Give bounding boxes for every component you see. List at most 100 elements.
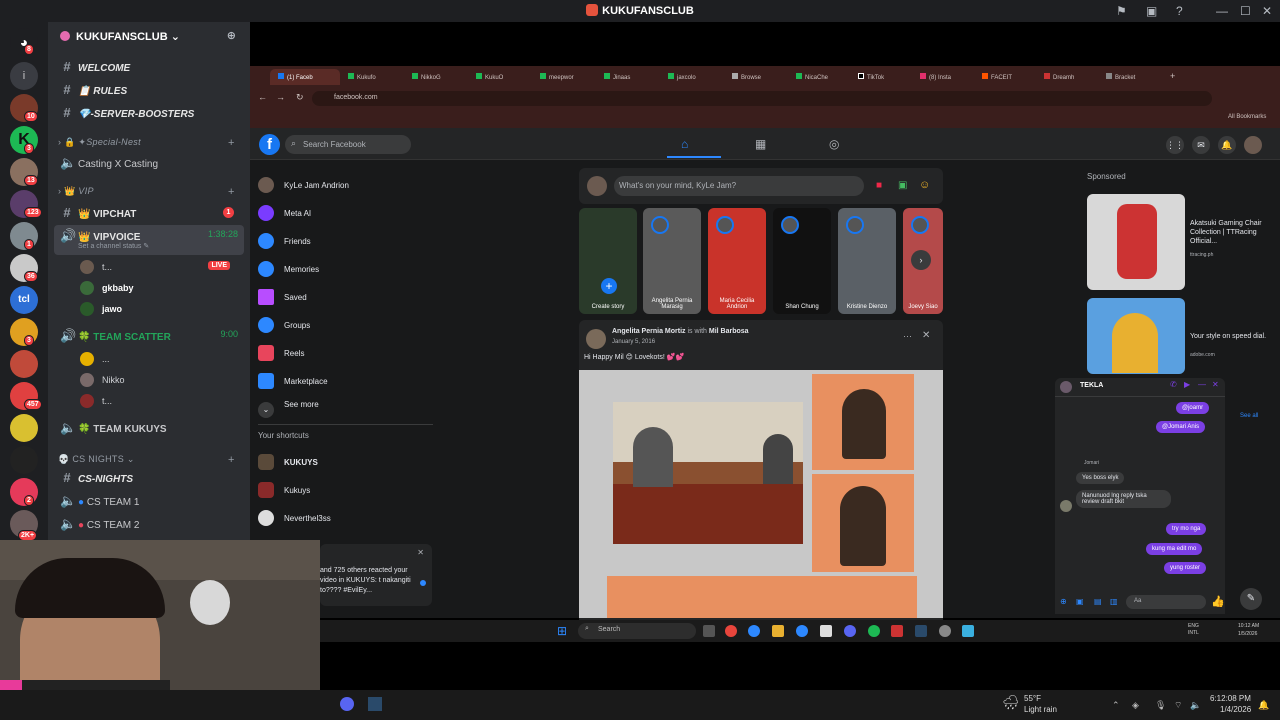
story-card[interactable]: Maria Cecilia Andrion: [708, 208, 766, 314]
browser-tab[interactable]: Bracket: [1098, 69, 1164, 85]
mic-icon[interactable]: 🎙: [1155, 700, 1166, 711]
channel-vipvoice[interactable]: 🔊 👑 VIPVOICE 1:38:28 Set a channel status …: [54, 225, 244, 255]
browser-tab[interactable]: Kukufo: [340, 69, 406, 85]
voice-user[interactable]: Nikko: [80, 369, 125, 389]
flag-icon[interactable]: ⚑: [1116, 4, 1127, 18]
browser-tab[interactable]: TikTok: [850, 69, 912, 85]
app-icon[interactable]: [748, 625, 760, 637]
browser-tab[interactable]: NikkoG: [404, 69, 470, 85]
folder-icon[interactable]: [772, 625, 784, 637]
channel-cs-team-2[interactable]: 🔈 ● CS TEAM 2: [54, 513, 244, 533]
channel-status[interactable]: Set a channel status: [78, 243, 141, 250]
chrome-icon[interactable]: [725, 625, 737, 637]
story-card[interactable]: Angelita Pernia Marasig: [643, 208, 701, 314]
taskview-icon[interactable]: [703, 625, 715, 637]
address-bar[interactable]: facebook.com: [312, 91, 1212, 106]
channel-vipchat[interactable]: # 👑 VIPCHAT 1: [54, 202, 244, 222]
close-button[interactable]: ✕: [1262, 4, 1272, 18]
photo-icon[interactable]: ▣: [898, 180, 907, 191]
volume-icon[interactable]: 🔈: [1190, 700, 1201, 711]
store-icon[interactable]: [820, 625, 832, 637]
edit-icon[interactable]: ✎: [143, 243, 149, 250]
forward-button[interactable]: →: [276, 92, 285, 102]
home-icon[interactable]: ⌂: [681, 137, 688, 151]
reload-button[interactable]: ↻: [296, 92, 304, 103]
wifi-icon[interactable]: ⌔: [1174, 700, 1182, 711]
thumbs-up-icon[interactable]: 👍: [1211, 595, 1225, 608]
browser-tab[interactable]: KukuO: [468, 69, 534, 85]
messenger-icon[interactable]: ✉: [1192, 136, 1210, 154]
notification-popup[interactable]: ✕ and 725 others reacted your video in K…: [320, 544, 432, 606]
browser-tab[interactable]: (1) Faceb: [270, 69, 340, 85]
channel-cs-nights[interactable]: # CS-NIGHTS: [54, 467, 244, 487]
channel-welcome[interactable]: # WELCOME: [54, 56, 244, 76]
new-tab-button[interactable]: +: [1170, 71, 1175, 81]
profile-avatar[interactable]: [1244, 136, 1262, 154]
channel-server-boosters[interactable]: # 💎-SERVER-BOOSTERS: [54, 102, 244, 122]
server-header[interactable]: KUKUFANSCLUB ⌄ ⊕: [48, 22, 250, 52]
channel-cs-team-1[interactable]: 🔈 ● CS TEAM 1: [54, 490, 244, 510]
post-tagged[interactable]: Mil Barbosa: [709, 328, 749, 335]
browser-tab[interactable]: meepwor: [532, 69, 598, 85]
help-icon[interactable]: ?: [1176, 4, 1183, 18]
server-icon[interactable]: [10, 414, 38, 442]
call-icon[interactable]: ✆: [1170, 380, 1177, 389]
minimize-button[interactable]: —: [1216, 4, 1228, 18]
maximize-button[interactable]: ☐: [1240, 4, 1251, 18]
close-icon[interactable]: ✕: [1212, 380, 1219, 389]
channel-casting[interactable]: 🔈 Casting X Casting: [54, 152, 244, 172]
edge-icon[interactable]: [796, 625, 808, 637]
inbox-icon[interactable]: ▣: [1146, 4, 1157, 18]
nav-friends[interactable]: Friends: [258, 228, 311, 250]
voice-user[interactable]: ...: [80, 348, 110, 368]
notifications-icon[interactable]: 🔔: [1218, 136, 1236, 154]
nav-profile[interactable]: KyLe Jam Andrion: [258, 172, 349, 194]
minimize-icon[interactable]: —: [1198, 380, 1206, 389]
app-icon[interactable]: [962, 625, 974, 637]
add-channel-icon[interactable]: +: [228, 137, 235, 149]
nav-marketplace[interactable]: Marketplace: [258, 368, 328, 390]
category-vip[interactable]: › 👑 VIP +: [58, 186, 234, 198]
ad-title[interactable]: Your style on speed dial.: [1190, 332, 1270, 341]
browser-tab[interactable]: (8) Insta: [912, 69, 978, 85]
search-input[interactable]: ⌕ Search Facebook: [285, 135, 411, 154]
category-special-nest[interactable]: › 🔒 ✦Special-Nest +: [58, 137, 234, 149]
discord-icon[interactable]: [844, 625, 856, 637]
shortcut-item[interactable]: KUKUYS: [258, 449, 318, 471]
app-icon[interactable]: [891, 625, 903, 637]
chat-name[interactable]: TEKLA: [1080, 382, 1103, 389]
browser-tab[interactable]: Jinaas: [596, 69, 662, 85]
voice-user[interactable]: gkbaby: [80, 277, 134, 297]
marketplace-icon[interactable]: ▦: [755, 137, 766, 151]
steam-icon[interactable]: [915, 625, 927, 637]
nav-meta-ai[interactable]: Meta AI: [258, 200, 311, 222]
server-icon[interactable]: [10, 446, 38, 474]
more-icon[interactable]: ···: [903, 331, 912, 341]
app-icon[interactable]: [939, 625, 951, 637]
story-card[interactable]: Shan Chung: [773, 208, 831, 314]
browser-tab[interactable]: jaxcolo: [660, 69, 726, 85]
post-photo-collage[interactable]: [579, 370, 943, 618]
voice-user[interactable]: t...: [80, 390, 112, 410]
server-icon[interactable]: [10, 350, 38, 378]
windows-start-icon[interactable]: ⊞: [557, 624, 567, 638]
taskbar-search[interactable]: ⌕ Search: [578, 623, 696, 639]
nav-groups[interactable]: Groups: [258, 312, 310, 334]
category-cs-nights[interactable]: 💀 CS NIGHTS ⌄ +: [58, 454, 234, 466]
facebook-logo-icon[interactable]: f: [259, 134, 280, 155]
server-info-icon[interactable]: i: [10, 62, 38, 90]
voice-user[interactable]: jawo: [80, 298, 122, 318]
close-icon[interactable]: ✕: [417, 548, 424, 557]
message-input[interactable]: Aa: [1126, 595, 1206, 609]
photo-icon[interactable]: ▣: [1076, 597, 1084, 606]
chevron-right-icon[interactable]: ›: [911, 250, 931, 270]
ad-image[interactable]: [1087, 298, 1185, 374]
voice-user[interactable]: t... LIVE: [80, 256, 240, 276]
composer-input[interactable]: What's on your mind, KyLe Jam?: [614, 176, 864, 196]
new-message-icon[interactable]: ✎: [1240, 588, 1262, 610]
discord-icon[interactable]: [340, 697, 354, 711]
video-icon[interactable]: ▶: [1184, 380, 1190, 389]
plus-icon[interactable]: ⊕: [1060, 597, 1067, 606]
shortcut-item[interactable]: Kukuys: [258, 477, 310, 499]
menu-icon[interactable]: ⋮⋮: [1166, 136, 1184, 154]
